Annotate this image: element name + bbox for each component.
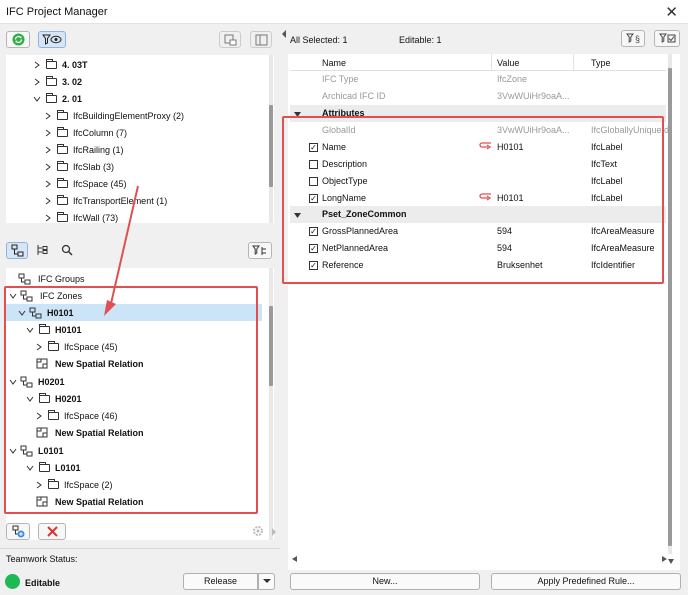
panel-split-icon [255, 34, 267, 45]
tree-item-label: 2. 01 [62, 93, 83, 104]
tree-item-label: IfcRailing (1) [73, 144, 124, 155]
chevron-right-icon[interactable] [44, 214, 52, 222]
property-filter-button[interactable]: § [621, 30, 645, 47]
release-button[interactable]: Release [183, 573, 258, 590]
chevron-right-icon[interactable] [44, 146, 52, 154]
folder-icon [57, 109, 68, 120]
chevron-right-icon[interactable] [44, 180, 52, 188]
layout-button-1[interactable] [219, 31, 241, 48]
scroll-left-icon[interactable] [292, 554, 297, 564]
tree-item-label: 4. 03T [62, 59, 88, 70]
filter-eye-icon [42, 34, 62, 45]
title-bar: IFC Project Manager ✕ [0, 0, 688, 24]
refresh-button[interactable] [6, 31, 30, 48]
zones-view-button[interactable] [6, 242, 28, 259]
tree-item[interactable]: IfcBuildingElementProxy (2) [44, 107, 184, 124]
annotation-arrow [104, 185, 139, 316]
window-title: IFC Project Manager [6, 6, 108, 18]
scrollbar[interactable] [269, 268, 273, 540]
table-row[interactable]: IFC Type IfcZone [290, 71, 666, 88]
property-check-filter-button[interactable] [654, 30, 680, 47]
chevron-down-icon [262, 579, 271, 583]
folder-icon [46, 58, 57, 69]
add-zone-button[interactable] [6, 523, 30, 540]
remove-button[interactable] [38, 523, 66, 540]
column-divider[interactable] [491, 54, 492, 71]
tree-item-label: IfcBuildingElementProxy (2) [73, 110, 185, 121]
folder-icon [57, 143, 68, 154]
tree-item[interactable]: 2. 01 [33, 90, 82, 107]
scrollbar-thumb[interactable] [269, 105, 273, 187]
chevron-right-icon[interactable] [44, 197, 52, 205]
scrollbar-thumb[interactable] [269, 306, 273, 386]
folder-icon [46, 92, 57, 103]
scroll-right-icon[interactable] [662, 554, 667, 564]
chevron-right-icon[interactable] [44, 163, 52, 171]
expand-right-icon[interactable] [271, 528, 277, 538]
tree-item-ifc-groups[interactable]: IFC Groups [18, 270, 85, 287]
folder-icon [57, 126, 68, 137]
chevron-right-icon[interactable] [33, 78, 41, 86]
column-header-value[interactable]: Value [497, 58, 519, 68]
release-dropdown-button[interactable] [258, 573, 275, 590]
scrollbar[interactable] [269, 55, 273, 223]
editable-count: Editable: 1 [399, 35, 442, 45]
filter-button[interactable] [248, 242, 272, 259]
folder-icon [57, 211, 68, 222]
property-name: Archicad IFC ID [322, 91, 386, 101]
column-header-type[interactable]: Type [591, 58, 611, 68]
group-icon [18, 273, 31, 284]
tree-item[interactable]: 3. 02 [33, 73, 82, 90]
layout-icon [224, 34, 236, 45]
layout-button-2[interactable] [250, 31, 272, 48]
filter-checkbox-icon [658, 33, 675, 43]
tree-item[interactable]: IfcSlab (3) [44, 158, 114, 175]
tree-item-label: 3. 02 [62, 76, 83, 87]
delete-icon [46, 526, 58, 537]
collapse-left-icon[interactable] [281, 30, 287, 40]
apply-predefined-rule-button[interactable]: Apply Predefined Rule... [491, 573, 681, 590]
tree-item-label: IFC Groups [38, 273, 85, 284]
tree-item-label: IfcSlab (3) [73, 161, 115, 172]
column-divider[interactable] [573, 54, 574, 71]
tree-item[interactable]: 4. 03T [33, 56, 88, 73]
property-value: IfcZone [497, 74, 528, 84]
scrollbar-thumb[interactable] [668, 68, 672, 546]
filter-view-button[interactable] [38, 31, 66, 48]
divider [0, 548, 280, 549]
tree-item-label: IfcColumn (7) [73, 127, 128, 138]
scroll-down-icon[interactable] [668, 556, 674, 566]
chevron-right-icon[interactable] [44, 129, 52, 137]
property-value: 3VwWUiHr9oaA... [497, 91, 570, 101]
folder-icon [57, 194, 68, 205]
chevron-right-icon[interactable] [44, 112, 52, 120]
tree-item[interactable]: IfcRailing (1) [44, 141, 124, 158]
folder-icon [57, 177, 68, 188]
teamwork-status-label: Teamwork Status: [6, 554, 78, 564]
status-indicator-icon [5, 574, 20, 589]
filter-tree-icon [252, 245, 266, 255]
all-selected-count: All Selected: 1 [290, 35, 348, 45]
table-row[interactable]: Archicad IFC ID 3VwWUiHr9oaA... [290, 88, 666, 105]
filter-section-icon: § [625, 33, 640, 44]
annotation-highlight-properties [282, 116, 664, 284]
tree-item[interactable]: IfcColumn (7) [44, 124, 127, 141]
folder-icon [46, 75, 57, 86]
hierarchy-icon [11, 244, 23, 257]
table-header: Name Value Type [290, 54, 666, 71]
column-header-name[interactable]: Name [322, 58, 346, 68]
settings-icon[interactable] [251, 524, 265, 540]
folder-icon [57, 160, 68, 171]
chevron-down-icon[interactable] [33, 95, 41, 103]
teamwork-status-value: Editable [25, 578, 61, 588]
list-tree-icon[interactable] [36, 244, 48, 258]
search-icon[interactable] [61, 244, 73, 258]
add-zone-icon [12, 525, 24, 538]
new-property-button[interactable]: New... [290, 573, 480, 590]
chevron-right-icon[interactable] [33, 61, 41, 69]
property-name: IFC Type [322, 74, 359, 84]
close-icon[interactable]: ✕ [665, 3, 678, 21]
svg-text:§: § [635, 34, 640, 44]
refresh-icon [12, 33, 24, 46]
